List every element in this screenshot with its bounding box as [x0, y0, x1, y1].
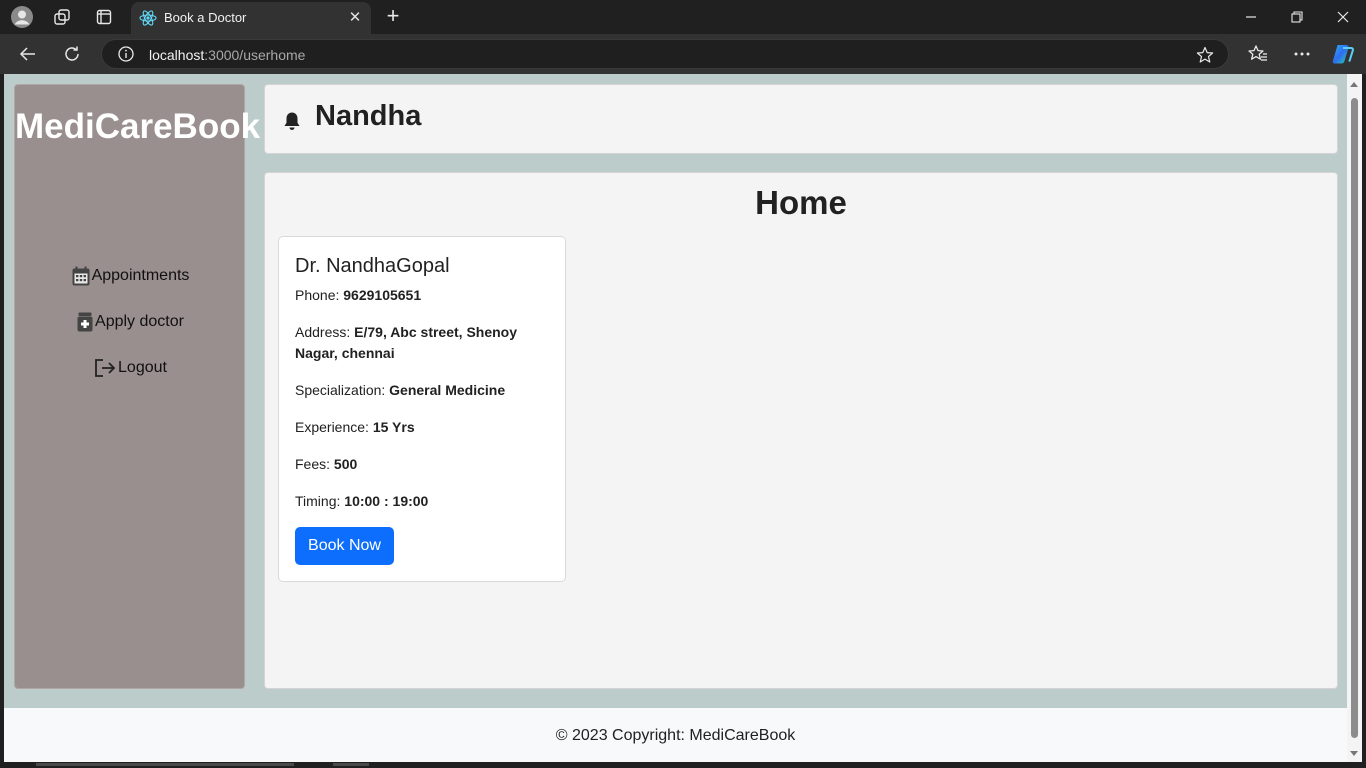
logout-icon: [95, 359, 116, 377]
minimize-icon[interactable]: [1238, 4, 1264, 30]
fees-label: Fees:: [295, 456, 331, 472]
calendar-icon: [72, 266, 90, 286]
url-path: :3000/userhome: [204, 47, 306, 63]
address-bar[interactable]: localhost:3000/userhome: [101, 39, 1229, 69]
copilot-icon[interactable]: [1331, 42, 1355, 66]
scroll-down-arrow-icon[interactable]: [1350, 751, 1358, 756]
horizontal-scroll-indicator: [333, 763, 369, 766]
horizontal-scroll-indicator: [36, 763, 294, 766]
doctor-fees: Fees: 500: [295, 454, 545, 475]
workspaces-icon[interactable]: [50, 5, 74, 29]
vertical-scrollbar[interactable]: [1347, 74, 1362, 762]
browser-tab-bar: Book a Doctor ✕ +: [0, 0, 1366, 34]
fees-value: 500: [333, 456, 358, 472]
bottom-edge: [0, 762, 1366, 768]
specialization-label: Specialization:: [295, 382, 386, 398]
url-text: localhost:3000/userhome: [149, 47, 305, 63]
new-tab-icon[interactable]: +: [381, 4, 405, 28]
refresh-icon[interactable]: [60, 42, 84, 66]
experience-value: 15 Yrs: [372, 419, 415, 435]
scroll-up-arrow-icon[interactable]: [1350, 82, 1358, 87]
close-window-icon[interactable]: [1330, 4, 1356, 30]
sidebar-item-logout[interactable]: Logout: [15, 358, 246, 378]
address-label: Address:: [295, 324, 351, 340]
site-info-icon[interactable]: [118, 46, 134, 62]
medical-bag-icon: [77, 312, 93, 332]
back-arrow-icon[interactable]: [16, 42, 40, 66]
top-header: Nandha: [264, 84, 1338, 154]
react-favicon-icon: [139, 10, 157, 26]
more-options-icon[interactable]: [1290, 42, 1314, 66]
favorite-star-icon[interactable]: [1196, 46, 1214, 64]
scrollbar-thumb[interactable]: [1351, 98, 1358, 738]
sidebar-item-appointments[interactable]: Appointments: [15, 266, 246, 286]
tab-title: Book a Doctor: [164, 10, 247, 25]
specialization-value: General Medicine: [389, 382, 506, 398]
browser-tab-active[interactable]: Book a Doctor ✕: [131, 2, 371, 34]
doctor-specialization: Specialization: General Medicine: [295, 380, 545, 401]
sidebar-item-label: Appointments: [91, 267, 190, 284]
doctor-name: Dr. NandhaGopal: [295, 255, 450, 277]
timing-label: Timing:: [295, 493, 341, 509]
doctor-address: Address: E/79, Abc street, Shenoy Nagar,…: [295, 322, 545, 364]
page-title: Home: [755, 184, 847, 221]
book-now-button[interactable]: Book Now: [295, 527, 394, 565]
tab-close-icon[interactable]: ✕: [345, 8, 365, 28]
sidebar-item-label: Apply doctor: [95, 313, 184, 330]
phone-label: Phone:: [295, 287, 340, 303]
bell-icon[interactable]: [283, 111, 301, 131]
page-viewport: MediCareBook Appointments Apply doctor L: [4, 74, 1347, 762]
profile-avatar-icon[interactable]: [10, 5, 34, 29]
doctor-timing: Timing: 10:00 : 19:00: [295, 491, 545, 512]
doctor-experience: Experience: 15 Yrs: [295, 417, 545, 438]
restore-icon[interactable]: [1284, 4, 1310, 30]
footer: © 2023 Copyright: MediCareBook: [4, 708, 1347, 762]
sidebar: MediCareBook Appointments Apply doctor L: [14, 84, 261, 689]
browser-navigation-bar: localhost:3000/userhome: [0, 34, 1366, 74]
favorites-icon[interactable]: [1246, 42, 1270, 66]
user-name: Nandha: [315, 100, 422, 132]
experience-label: Experience:: [295, 419, 369, 435]
brand-title: MediCareBook: [15, 107, 261, 146]
doctor-phone: Phone: 9629105651: [295, 285, 545, 306]
sidebar-item-label: Logout: [118, 359, 167, 376]
main-content: Home Dr. NandhaGopal Phone: 9629105651 A…: [264, 172, 1338, 689]
sidebar-item-apply-doctor[interactable]: Apply doctor: [15, 312, 246, 332]
phone-value: 9629105651: [343, 287, 422, 303]
footer-copyright: © 2023 Copyright: MediCareBook: [555, 727, 796, 744]
doctor-card: Dr. NandhaGopal Phone: 9629105651 Addres…: [278, 236, 566, 582]
tab-actions-icon[interactable]: [92, 5, 116, 29]
timing-value: 10:00 : 19:00: [344, 493, 429, 509]
url-host: localhost: [149, 47, 205, 63]
